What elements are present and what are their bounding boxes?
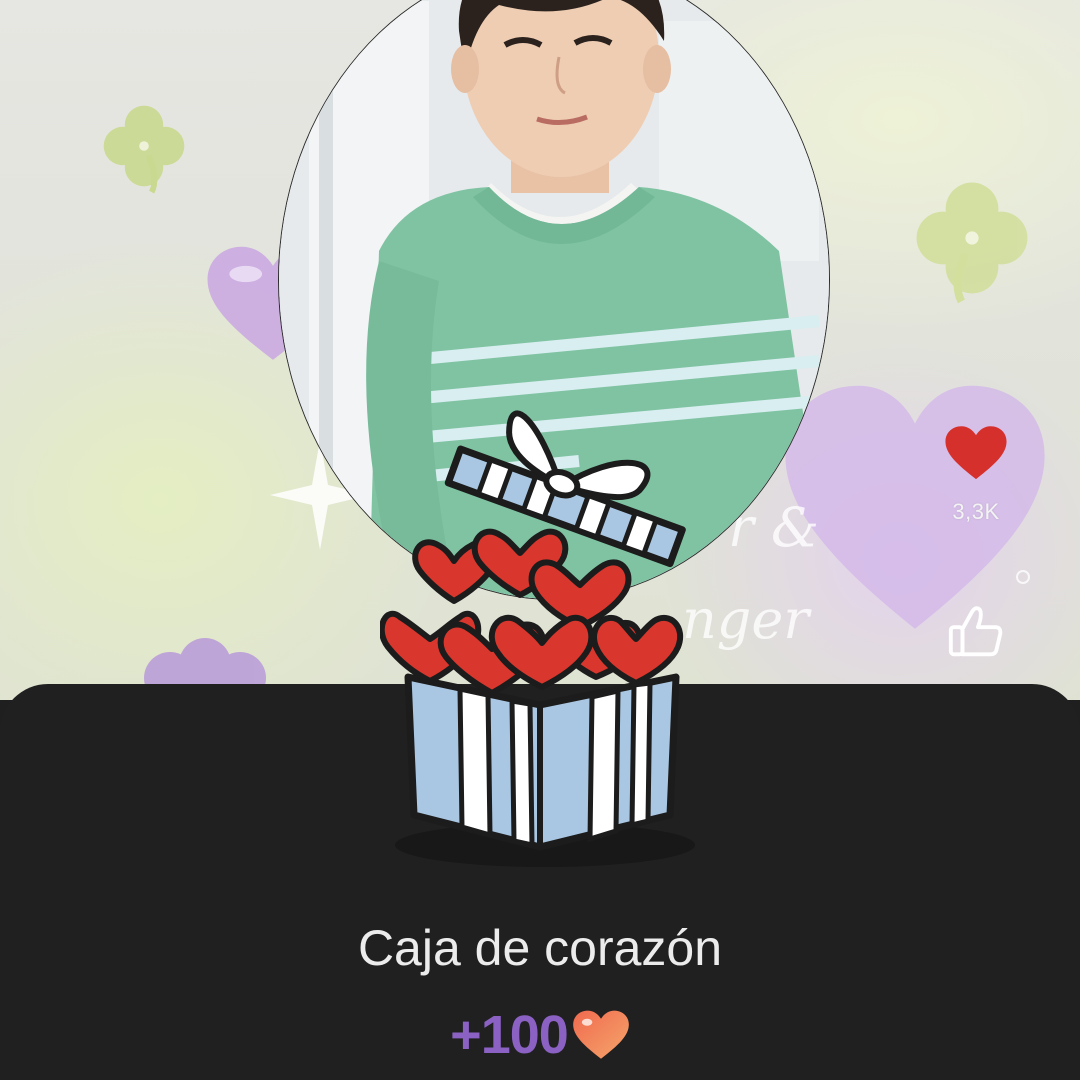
app-screen: r & nger 3,3K Caja de corazón +100 (0, 0, 1080, 1080)
reward-row: +100 (0, 1004, 1080, 1066)
ring-decoration (1016, 570, 1030, 584)
thumb-action[interactable] (940, 600, 1012, 662)
clover-decoration-icon (103, 105, 185, 194)
clover-decoration-icon (916, 182, 1028, 304)
reward-amount: +100 (450, 1005, 569, 1065)
thumbs-up-icon[interactable] (945, 600, 1007, 662)
gift-title: Caja de corazón (357, 920, 723, 976)
gift-box-hearts-icon (380, 410, 695, 867)
heart-icon[interactable] (944, 425, 1008, 481)
flower-decoration-icon (144, 638, 266, 688)
heart-icon (572, 1010, 629, 1059)
like-action[interactable]: 3,3K (940, 425, 1012, 525)
like-count: 3,3K (952, 499, 1000, 524)
